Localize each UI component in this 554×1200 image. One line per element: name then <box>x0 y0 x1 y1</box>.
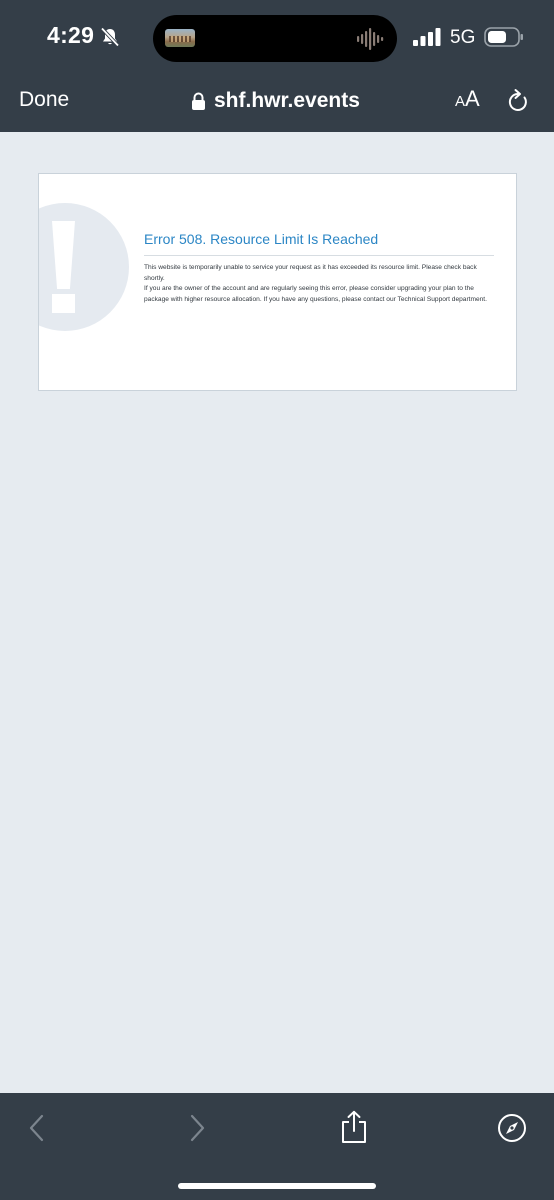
battery-icon <box>484 27 523 47</box>
home-indicator[interactable] <box>178 1183 376 1189</box>
reload-icon[interactable] <box>507 88 531 114</box>
text-size-large-a: A <box>465 86 480 111</box>
exclamation-icon <box>39 203 129 331</box>
status-time: 4:29 <box>47 22 95 48</box>
exclamation-bar <box>52 221 75 289</box>
compass-icon[interactable] <box>497 1113 527 1143</box>
now-playing-thumbnail <box>165 29 195 47</box>
top-chrome: 4:29 5G Done shf.hwr.events AA <box>0 0 554 132</box>
network-label: 5G <box>450 27 476 48</box>
bottom-toolbar <box>0 1093 554 1200</box>
text-size-small-a: A <box>455 93 466 110</box>
forward-icon[interactable] <box>187 1113 207 1143</box>
error-title: Error 508. Resource Limit Is Reached <box>144 231 379 247</box>
signal-icon <box>413 28 441 46</box>
lock-icon <box>192 92 205 110</box>
exclamation-dot <box>52 294 75 313</box>
error-paragraph-2: If you are the owner of the account and … <box>144 285 487 303</box>
share-icon[interactable] <box>340 1110 368 1144</box>
divider <box>144 255 494 256</box>
error-message: This website is temporarily unable to se… <box>144 263 494 305</box>
error-card: Error 508. Resource Limit Is Reached Thi… <box>38 173 517 391</box>
error-paragraph-1: This website is temporarily unable to se… <box>144 264 477 282</box>
back-icon[interactable] <box>27 1113 47 1143</box>
bell-slash-icon <box>100 27 120 47</box>
address-bar[interactable]: shf.hwr.events <box>191 86 360 116</box>
screen: 4:29 5G Done shf.hwr.events AA Error 508… <box>0 0 554 1200</box>
dynamic-island[interactable] <box>153 15 397 62</box>
waveform-icon <box>357 28 384 50</box>
url-text: shf.hwr.events <box>214 89 360 112</box>
text-size-button[interactable]: AA <box>455 86 480 112</box>
done-button[interactable]: Done <box>19 88 69 112</box>
